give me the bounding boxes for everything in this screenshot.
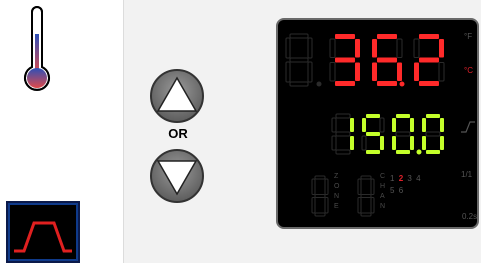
chan-digit <box>357 175 375 217</box>
unit-f-label: °F <box>464 32 473 41</box>
channel-numbers-row2: 5 6 <box>390 186 404 195</box>
channel-6: 6 <box>398 186 405 195</box>
or-label: OR <box>168 126 188 141</box>
ramp-indicator-icon <box>461 121 475 133</box>
channel-1: 1 <box>390 174 396 183</box>
channel-5: 5 <box>390 186 396 195</box>
chan-digit-display <box>357 175 375 217</box>
bottom-label: 0.2s <box>462 212 478 221</box>
process-value-display <box>285 33 445 87</box>
zone-digit <box>311 175 329 217</box>
ramp-profile-icon[interactable] <box>6 201 80 263</box>
pv-digit <box>413 34 445 86</box>
setpoint-display <box>331 113 444 155</box>
pv-ghost-digit <box>285 33 313 87</box>
zone-digit-display <box>311 175 329 217</box>
increase-button[interactable] <box>149 68 205 124</box>
pv-digit <box>372 34 403 86</box>
channel-2: 2 <box>398 174 405 183</box>
zone-label: Z O N E <box>334 173 340 210</box>
sv-digit <box>392 114 414 154</box>
thermometer-icon <box>24 6 50 91</box>
chan-label: C H A N <box>380 173 386 210</box>
pv-digit <box>329 34 360 86</box>
pv-decimal-point <box>399 81 405 87</box>
sv-digit <box>331 113 354 155</box>
unit-c-label: °C <box>464 66 473 75</box>
channel-3: 3 <box>407 174 413 183</box>
left-panel <box>0 0 124 263</box>
controller-display: °F °C 1/1 Z O N E C H A N 1 2 3 4 5 6 0.… <box>276 18 479 229</box>
decrease-button[interactable] <box>149 148 205 204</box>
channel-4: 4 <box>416 174 422 183</box>
sv-decimal-point <box>416 149 422 155</box>
pv-ghost-dot <box>316 81 322 87</box>
sv-digit <box>361 114 385 154</box>
channel-numbers-row1: 1 2 3 4 <box>390 174 422 183</box>
sv-digit <box>422 114 444 154</box>
ramp-label: 1/1 <box>461 170 473 179</box>
